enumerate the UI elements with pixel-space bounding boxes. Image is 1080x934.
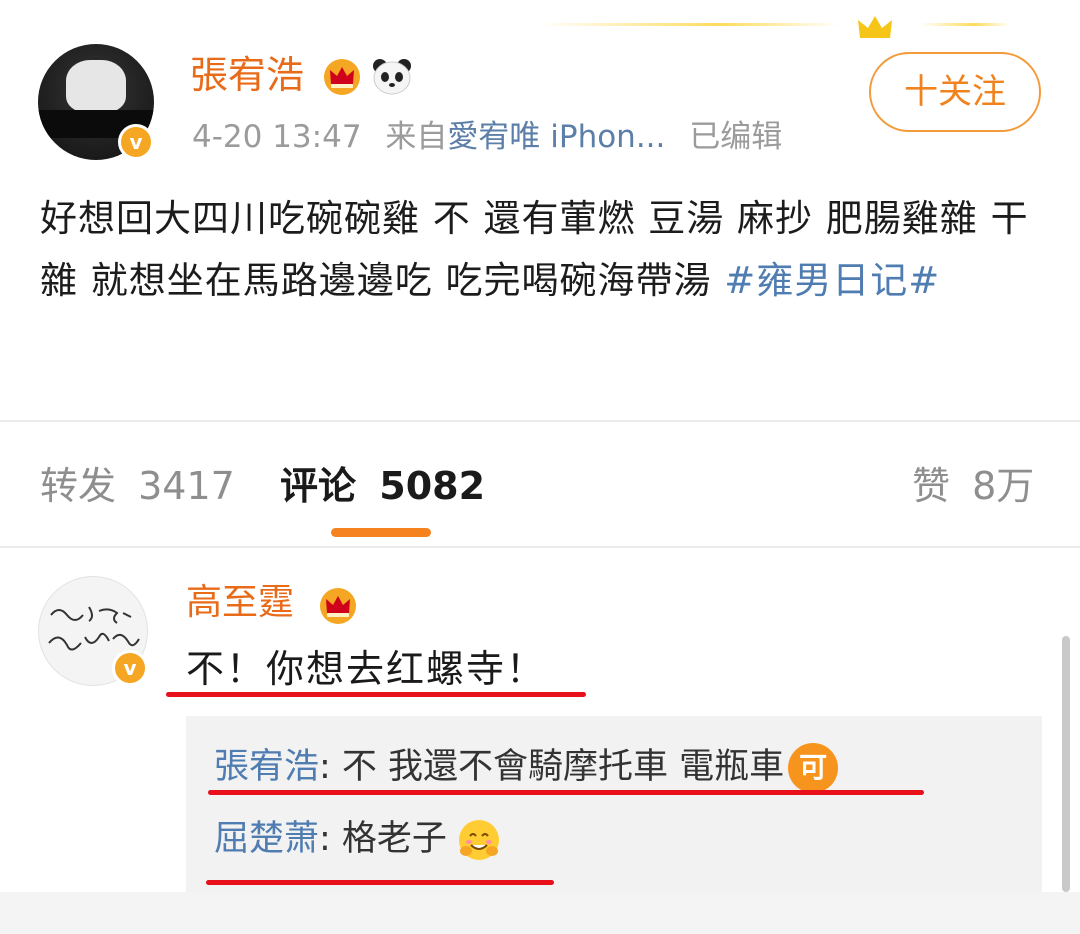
tab-comments[interactable]: 评论 5082 (280, 462, 485, 510)
annotation-underline (206, 880, 554, 885)
tab-repost[interactable]: 转发 3417 (40, 462, 235, 510)
panda-icon (373, 59, 411, 95)
crown-decoration-icon (540, 16, 1010, 38)
tab-likes[interactable]: 赞 8万 (912, 462, 1034, 510)
like-label: 赞 (912, 464, 951, 508)
hashtag-link[interactable]: #雍男日记# (724, 259, 940, 302)
author-name[interactable]: 張宥浩 (190, 52, 304, 98)
verified-badge-icon: v (118, 124, 154, 160)
repost-label: 转发 (40, 464, 117, 508)
scrollbar[interactable] (1062, 636, 1070, 892)
comment-text: 不！你想去红螺寺！ (186, 647, 547, 691)
reply-item[interactable]: 張宥浩: 不 我還不會騎摩托車 電瓶車可 (214, 742, 839, 793)
laugh-emoji-icon: 可 (788, 743, 839, 793)
crown-icon (320, 588, 356, 624)
follow-button[interactable]: 十关注 (869, 52, 1041, 132)
like-count: 8万 (972, 464, 1035, 508)
annotation-underline (166, 692, 586, 697)
post-meta: 4-20 13:47 来自愛宥唯 iPhon... 已编辑 (192, 117, 782, 157)
reply-text: : 不 我還不會騎摩托車 電瓶車 (319, 747, 785, 787)
source-prefix: 来自 (385, 119, 448, 155)
post-time: 4-20 13:47 (192, 119, 362, 155)
commenter-name[interactable]: 高至霆 (186, 580, 294, 626)
weibo-post: v 張宥浩 4-20 13:47 来自愛宥唯 iPhon... 已编辑 十关注 … (0, 0, 1080, 420)
comment-label: 评论 (280, 464, 357, 508)
bottom-bar (0, 892, 1080, 934)
repost-count: 3417 (138, 464, 235, 508)
stats-bar: 转发 3417 评论 5082 赞 8万 (0, 422, 1080, 546)
reply-author[interactable]: 屈楚萧 (214, 819, 319, 859)
edited-label: 已编辑 (689, 119, 783, 155)
reply-text: : 格老子 (319, 819, 447, 859)
post-text: 好想回大四川吃碗碗雞 不 還有葷燃 豆湯 麻抄 肥腸雞雜 干雜 就想坐在馬路邊邊… (40, 188, 1050, 312)
annotation-underline (208, 790, 924, 795)
reply-item[interactable]: 屈楚萧: 格老子 (214, 814, 501, 864)
reply-author[interactable]: 張宥浩 (214, 747, 319, 787)
verified-badge-icon: v (112, 650, 148, 686)
comment-count: 5082 (379, 464, 486, 508)
hug-emoji-icon (458, 820, 499, 860)
crown-icon (324, 59, 360, 95)
active-tab-indicator (331, 528, 431, 537)
source-link[interactable]: 愛宥唯 iPhon... (447, 119, 665, 155)
